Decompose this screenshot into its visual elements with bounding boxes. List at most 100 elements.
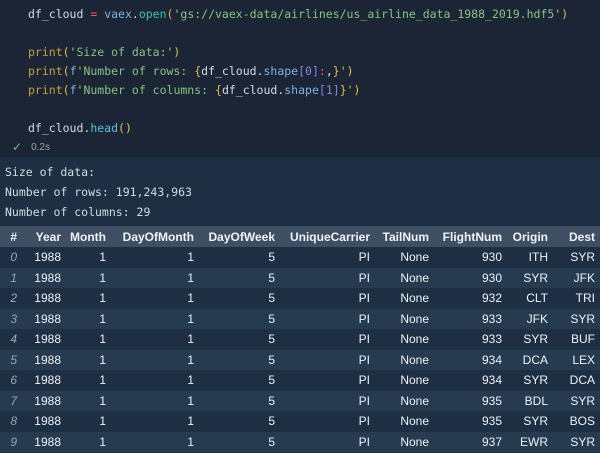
table-cell: 1: [66, 350, 111, 371]
code-token: Number of rows:: [83, 64, 194, 78]
execution-status-bar: ✓ 0.2s: [0, 137, 600, 157]
table-cell: 1: [66, 247, 111, 268]
table-cell: 935: [434, 411, 507, 432]
code-token: ]: [312, 64, 319, 78]
table-cell: 1: [111, 370, 199, 391]
table-row: 41988115PINone933SYRBUF: [0, 329, 600, 350]
code-editor[interactable]: df_cloud = vaex.open('gs://vaex-data/air…: [28, 5, 600, 138]
row-index-cell: 2: [0, 288, 22, 309]
table-cell: SYR: [507, 411, 553, 432]
table-cell: 934: [434, 350, 507, 371]
table-cell: PI: [280, 370, 375, 391]
column-header: UniqueCarrier: [280, 226, 375, 247]
table-cell: 5: [199, 432, 280, 453]
table-cell: 934: [434, 370, 507, 391]
table-cell: PI: [280, 288, 375, 309]
table-cell: SYR: [507, 370, 553, 391]
table-cell: EWR: [507, 432, 553, 453]
code-token: }'): [340, 83, 361, 97]
code-token: f: [70, 64, 77, 78]
table-cell: TRI: [553, 288, 600, 309]
code-line: df_cloud.head(): [28, 121, 132, 135]
table-cell: DCA: [507, 350, 553, 371]
table-cell: 5: [199, 309, 280, 330]
table-cell: 1: [111, 350, 199, 371]
table-cell: 1: [66, 391, 111, 412]
table-cell: SYR: [507, 329, 553, 350]
table-cell: 1988: [22, 288, 66, 309]
dataframe-table: #YearMonthDayOfMonthDayOfWeekUniqueCarri…: [0, 226, 600, 452]
table-cell: 5: [199, 329, 280, 350]
column-header: Year: [22, 226, 66, 247]
table-cell: None: [375, 309, 434, 330]
execution-time: 0.2s: [31, 142, 50, 153]
output-area: Size of data: Number of rows: 191,243,96…: [0, 157, 600, 453]
table-cell: BOS: [553, 411, 600, 432]
table-cell: PI: [280, 432, 375, 453]
table-cell: PI: [280, 268, 375, 289]
table-cell: SYR: [553, 432, 600, 453]
code-token: shape: [263, 64, 298, 78]
output-text: Size of data: Number of rows: 191,243,96…: [5, 162, 192, 222]
code-token: [: [298, 64, 305, 78]
code-line: print(f'Number of rows: {df_cloud.shape[…: [28, 64, 354, 78]
table-cell: BDL: [507, 391, 553, 412]
code-line: print('Size of data:'): [28, 45, 180, 59]
code-token: .: [132, 7, 139, 21]
code-token: print: [28, 45, 63, 59]
table-cell: 1988: [22, 411, 66, 432]
table-header-row: #YearMonthDayOfMonthDayOfWeekUniqueCarri…: [0, 226, 600, 247]
code-token: '): [167, 45, 181, 59]
table-cell: 1: [111, 432, 199, 453]
code-token: df_cloud.: [222, 83, 284, 97]
code-token: (': [63, 45, 77, 59]
table-cell: 1988: [22, 432, 66, 453]
table-cell: 1: [66, 329, 111, 350]
table-cell: None: [375, 268, 434, 289]
code-token: shape: [284, 83, 319, 97]
code-token: '): [554, 7, 568, 21]
code-line: df_cloud = vaex.open('gs://vaex-data/air…: [28, 7, 568, 21]
table-cell: 1988: [22, 329, 66, 350]
code-token: print: [28, 83, 63, 97]
table-cell: 1988: [22, 268, 66, 289]
code-line: print(f'Number of columns: {df_cloud.sha…: [28, 83, 360, 97]
column-header: #: [0, 226, 22, 247]
table-cell: DCA: [553, 370, 600, 391]
table-cell: 1: [111, 309, 199, 330]
code-token: {: [215, 83, 222, 97]
table-cell: BUF: [553, 329, 600, 350]
table-cell: 5: [199, 268, 280, 289]
code-token: Size of data:: [76, 45, 166, 59]
table-row: 51988115PINone934DCALEX: [0, 350, 600, 371]
table-row: 61988115PINone934SYRDCA: [0, 370, 600, 391]
table-row: 21988115PINone932CLTTRI: [0, 288, 600, 309]
table-row: 01988115PINone930ITHSYR: [0, 247, 600, 268]
code-token: df_cloud.: [28, 121, 90, 135]
code-token: (: [63, 83, 70, 97]
code-cell[interactable]: df_cloud = vaex.open('gs://vaex-data/air…: [0, 0, 600, 157]
table-cell: 930: [434, 247, 507, 268]
row-index-cell: 4: [0, 329, 22, 350]
table-cell: LEX: [553, 350, 600, 371]
table-row: 91988115PINone937EWRSYR: [0, 432, 600, 453]
table-cell: None: [375, 247, 434, 268]
success-check-icon: ✓: [12, 140, 22, 154]
column-header: Origin: [507, 226, 553, 247]
table-cell: 935: [434, 391, 507, 412]
table-cell: PI: [280, 247, 375, 268]
row-index-cell: 7: [0, 391, 22, 412]
code-token: print: [28, 64, 63, 78]
table-cell: 1: [66, 288, 111, 309]
table-row: 81988115PINone935SYRBOS: [0, 411, 600, 432]
table-cell: 932: [434, 288, 507, 309]
code-token: [: [319, 83, 326, 97]
row-index-cell: 8: [0, 411, 22, 432]
row-index-cell: 1: [0, 268, 22, 289]
table-cell: JFK: [553, 268, 600, 289]
table-cell: 5: [199, 411, 280, 432]
column-header: Dest: [553, 226, 600, 247]
table-cell: 1: [66, 411, 111, 432]
table-cell: None: [375, 391, 434, 412]
table-cell: PI: [280, 309, 375, 330]
